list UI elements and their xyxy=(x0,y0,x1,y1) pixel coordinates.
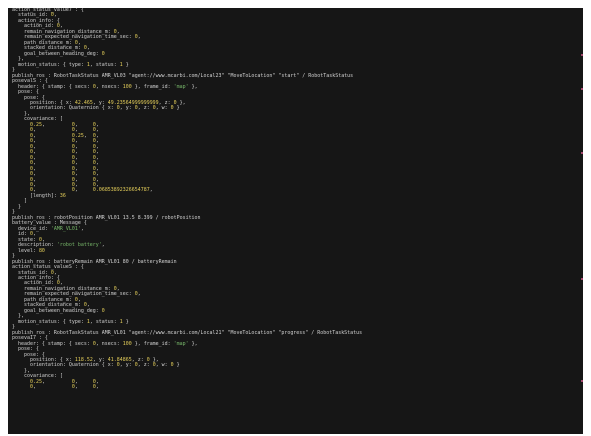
terminal-token: 'map' xyxy=(173,83,189,90)
terminal-token: publish_ros : RobotTaskStatus AMR_VL01 "… xyxy=(12,329,363,336)
terminal-token: , xyxy=(149,187,153,194)
terminal-token: , z: xyxy=(137,362,153,369)
terminal-token: , status: xyxy=(89,61,120,68)
terminal-token: } xyxy=(122,318,129,325)
terminal-token: } xyxy=(173,362,180,369)
terminal-token: 'map' xyxy=(173,340,189,347)
terminal-token: 'robot battery' xyxy=(56,242,102,249)
terminal-token: 'AMR_VL01' xyxy=(50,225,81,232)
terminal-output: action_status_value7 : { status_id: 0, a… xyxy=(12,8,577,391)
terminal-token: 100 xyxy=(122,340,132,347)
scroll-marker xyxy=(581,278,583,280)
terminal-token: 36 xyxy=(59,192,66,199)
terminal-token: , xyxy=(137,34,141,41)
terminal-token: }, xyxy=(188,83,198,90)
scroll-marker xyxy=(581,54,583,56)
terminal-token: } xyxy=(173,105,180,112)
terminal-window[interactable]: action_status_value7 : { status_id: 0, a… xyxy=(8,8,583,434)
terminal-token: , xyxy=(101,242,105,249)
terminal-token: , w: xyxy=(155,105,171,112)
scroll-marker xyxy=(581,88,583,90)
terminal-token: level: xyxy=(12,247,39,254)
terminal-token: 80 xyxy=(38,247,45,254)
terminal-token: }, frame_id: xyxy=(131,340,174,347)
terminal-token: } xyxy=(122,61,129,68)
terminal-line: 0, 0, 0, xyxy=(12,385,577,390)
terminal-token: , status: xyxy=(89,318,120,325)
terminal-token: }, xyxy=(188,340,198,347)
terminal-token: 0.06853892326654787 xyxy=(92,187,150,194)
terminal-token: , w: xyxy=(155,362,171,369)
terminal-token: }, frame_id: xyxy=(131,83,174,90)
terminal-token: , xyxy=(137,291,141,298)
terminal-token: , nsecs: xyxy=(95,340,123,347)
terminal-token: 0 xyxy=(101,307,105,314)
terminal-token: , nsecs: xyxy=(95,83,123,90)
scroll-marker xyxy=(581,152,583,154)
terminal-token: , xyxy=(80,225,84,232)
terminal-token: , xyxy=(74,384,93,391)
terminal-token: , z: xyxy=(137,105,153,112)
terminal-token: motion_status: { type: xyxy=(12,318,87,325)
terminal-token: , xyxy=(32,384,72,391)
terminal-token: 0 xyxy=(101,50,105,57)
terminal-token: , y: xyxy=(119,362,135,369)
terminal-token: motion_status: { type: xyxy=(12,61,87,68)
terminal-token: , xyxy=(74,187,93,194)
terminal-token: , xyxy=(95,384,99,391)
terminal-token: 100 xyxy=(122,83,132,90)
terminal-token: publish_ros : RobotTaskStatus AMR_VL03 "… xyxy=(12,72,354,79)
scrollbar-markers[interactable] xyxy=(579,8,583,434)
scroll-marker xyxy=(581,380,583,382)
terminal-token: , y: xyxy=(119,105,135,112)
terminal-token: goal_between_heading_deg: xyxy=(12,307,102,314)
terminal-token: goal_between_heading_deg: xyxy=(12,50,102,57)
